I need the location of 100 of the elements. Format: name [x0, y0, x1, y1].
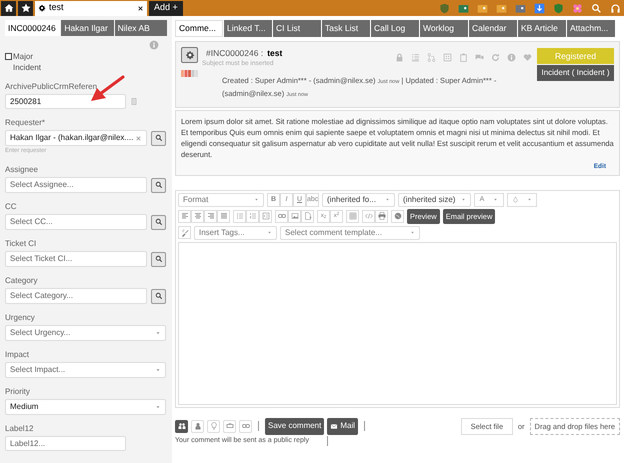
search-button[interactable]: [151, 288, 166, 304]
format-dropdown[interactable]: Format: [178, 192, 264, 207]
indent-button[interactable]: [259, 210, 272, 223]
source-icon: [364, 212, 372, 220]
font-dropdown[interactable]: (inherited fo...: [322, 192, 395, 207]
shield-icon[interactable]: [439, 2, 450, 14]
tab[interactable]: Comme...: [175, 20, 223, 37]
align-right-icon: [206, 212, 214, 220]
info-icon[interactable]: [506, 52, 516, 62]
lookup-field[interactable]: Select Assignee...: [5, 177, 147, 193]
table-button[interactable]: [346, 210, 359, 223]
search-button[interactable]: [151, 214, 166, 230]
app-icon[interactable]: [458, 2, 469, 14]
template-dropdown[interactable]: Select comment template...: [280, 226, 420, 240]
align-center-icon: [194, 212, 202, 220]
panel-tab[interactable]: Nilex AB: [114, 20, 167, 36]
dropdown[interactable]: Select Urgency...: [5, 325, 166, 341]
source-button[interactable]: [362, 210, 375, 223]
priority-bars-icon: [181, 70, 198, 77]
link-button[interactable]: [275, 210, 288, 223]
lock-icon[interactable]: [394, 52, 404, 62]
justify-button[interactable]: [217, 210, 230, 223]
image-button[interactable]: [288, 210, 301, 223]
lookup-field[interactable]: Hakan Ilgar - (hakan.ilgar@nilex....: [5, 130, 147, 146]
star-icon: [20, 3, 30, 13]
flower-icon[interactable]: [572, 2, 583, 14]
background-color-button[interactable]: [507, 192, 537, 207]
tab[interactable]: Task List: [322, 20, 370, 37]
folder-icon[interactable]: [477, 2, 488, 14]
settings-button[interactable]: [181, 47, 198, 63]
refresh-icon[interactable]: [490, 52, 500, 62]
tags-dropdown[interactable]: Insert Tags...: [194, 226, 277, 240]
app-icon[interactable]: [515, 2, 526, 14]
grid-icon[interactable]: [442, 52, 452, 62]
tab[interactable]: Call Log: [371, 20, 419, 37]
branch-icon[interactable]: [426, 52, 436, 62]
tab[interactable]: CI List: [273, 20, 321, 37]
brush-button[interactable]: [178, 226, 191, 240]
caret-icon: [155, 330, 161, 336]
page-icon: [304, 212, 312, 220]
field-label: CC: [5, 201, 18, 212]
page-button[interactable]: [301, 210, 314, 223]
tab[interactable]: Worklog: [420, 20, 468, 37]
field-label: Impact: [5, 349, 30, 360]
image-icon: [290, 212, 298, 220]
align-left-button[interactable]: [178, 210, 191, 223]
align-center-button[interactable]: [191, 210, 204, 223]
search-button[interactable]: [151, 130, 166, 146]
dropdown[interactable]: Select Impact...: [5, 362, 166, 378]
dropdown[interactable]: Medium: [5, 399, 166, 415]
panel-tab[interactable]: Hakan Ilgar: [61, 20, 114, 36]
search-button[interactable]: [151, 178, 166, 192]
tag-icon: [226, 422, 234, 430]
heart-icon[interactable]: [522, 52, 532, 62]
checkbox-label: Major Incident: [13, 51, 42, 73]
favorites-button[interactable]: [18, 0, 33, 16]
home-button[interactable]: [1, 0, 16, 16]
list-icon[interactable]: [410, 52, 420, 62]
caret-icon: [527, 197, 532, 202]
headset-icon[interactable]: [610, 2, 621, 14]
tab[interactable]: Linked T...: [224, 20, 272, 37]
panel-tab[interactable]: INC0000246: [5, 20, 60, 36]
bullet-list-button[interactable]: [233, 210, 246, 223]
checkbox[interactable]: [5, 53, 12, 60]
search-icon[interactable]: [591, 2, 602, 14]
size-dropdown[interactable]: (inherited size): [398, 192, 471, 207]
chat-icon[interactable]: [474, 52, 484, 62]
download-icon[interactable]: [534, 2, 545, 14]
print-icon: [378, 212, 386, 220]
numbered-list-button[interactable]: [246, 210, 259, 223]
browser-tab[interactable]: test: [35, 0, 147, 16]
folder-icon[interactable]: [496, 2, 507, 14]
visibility-button[interactable]: [175, 420, 188, 433]
field-label: Assignee: [5, 164, 39, 175]
indent-icon: [262, 212, 270, 220]
link-icon: [278, 212, 286, 220]
lookup-field[interactable]: Select Category...: [5, 288, 147, 304]
ticket-number: #INC0000246 :: [206, 46, 264, 60]
print-button[interactable]: [375, 210, 388, 223]
settings-icon: [184, 50, 194, 60]
tab[interactable]: KB Article: [518, 20, 566, 37]
document-icon: [130, 97, 138, 106]
mail-button[interactable]: Mail: [327, 418, 358, 435]
numbered-list-icon: [248, 212, 256, 220]
search-button[interactable]: [151, 252, 166, 266]
input-field[interactable]: Label12...: [5, 436, 126, 451]
lookup-field[interactable]: Select Ticket CI...: [5, 251, 147, 267]
lookup-field[interactable]: Select CC...: [5, 214, 147, 230]
tab[interactable]: Calendar: [469, 20, 517, 37]
tab[interactable]: Attachm...: [567, 20, 615, 37]
info-icon: [149, 40, 159, 50]
app-icon[interactable]: [553, 2, 564, 14]
clipboard-icon[interactable]: [458, 52, 468, 62]
input-field[interactable]: 2500281: [5, 94, 126, 109]
home-icon: [4, 3, 14, 13]
add-button[interactable]: Add +: [149, 0, 183, 16]
globe-button[interactable]: [391, 210, 404, 223]
save-comment-button[interactable]: Save comment: [265, 418, 324, 435]
caret-icon: [385, 197, 390, 202]
align-right-button[interactable]: [204, 210, 217, 223]
